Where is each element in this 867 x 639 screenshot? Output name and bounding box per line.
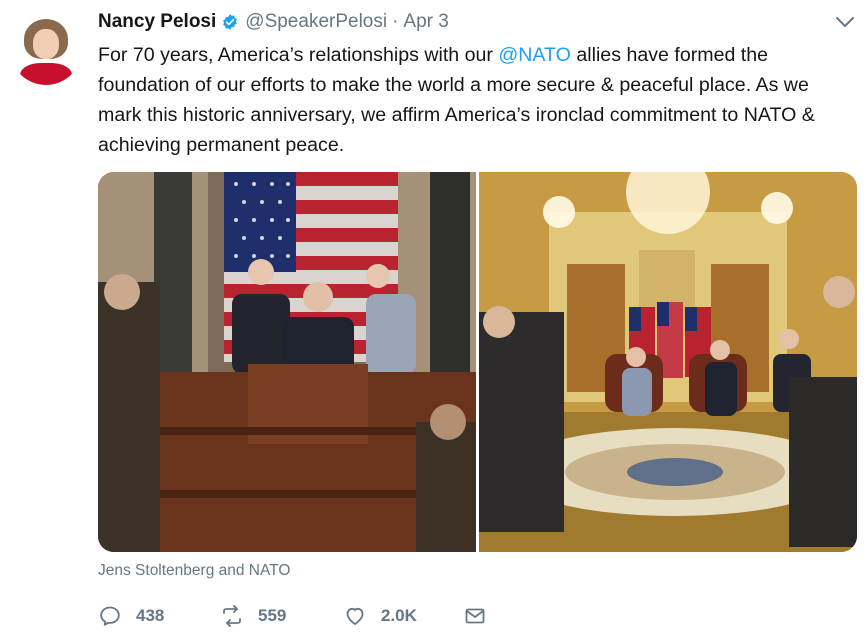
retweet-button[interactable]: 559: [220, 604, 286, 628]
tweet-text: For 70 years, America’s relationships wi…: [98, 40, 846, 160]
tweet-date[interactable]: Apr 3: [403, 11, 448, 33]
author-handle[interactable]: @SpeakerPelosi: [245, 11, 387, 33]
retweet-icon: [223, 605, 241, 627]
like-count: 2.0K: [381, 606, 417, 625]
separator-dot: ·: [392, 11, 399, 32]
reply-button[interactable]: 438: [98, 604, 164, 628]
direct-message-icon: [465, 608, 485, 624]
tweet-header: Nancy Pelosi @SpeakerPelosi · Apr 3: [98, 10, 449, 34]
avatar-body: [20, 63, 72, 85]
author-avatar[interactable]: [10, 13, 82, 85]
avatar-face: [33, 29, 59, 59]
photo-meeting-room-image: [479, 172, 857, 552]
reply-count: 438: [136, 606, 165, 625]
photo-meeting-room[interactable]: [479, 172, 857, 552]
nato-mention-link[interactable]: @NATO: [498, 44, 571, 66]
tweet-text-part: For 70 years, America’s relationships wi…: [98, 44, 499, 66]
direct-message-button[interactable]: [463, 604, 501, 628]
photo-capitol-chamber-image: [98, 172, 476, 552]
tweet-media[interactable]: [98, 172, 857, 552]
retweet-count: 559: [258, 606, 287, 625]
heart-icon: [346, 607, 364, 625]
verified-badge-icon: [223, 14, 238, 30]
reply-icon: [100, 606, 120, 626]
author-name[interactable]: Nancy Pelosi: [98, 11, 216, 33]
like-button[interactable]: 2.0K: [343, 604, 417, 628]
chevron-down-icon[interactable]: [834, 14, 856, 30]
tweet-actions: 438 559 2.0K: [98, 604, 485, 634]
media-caption: Jens Stoltenberg and NATO: [98, 562, 291, 579]
photo-capitol-chamber[interactable]: [98, 172, 476, 552]
